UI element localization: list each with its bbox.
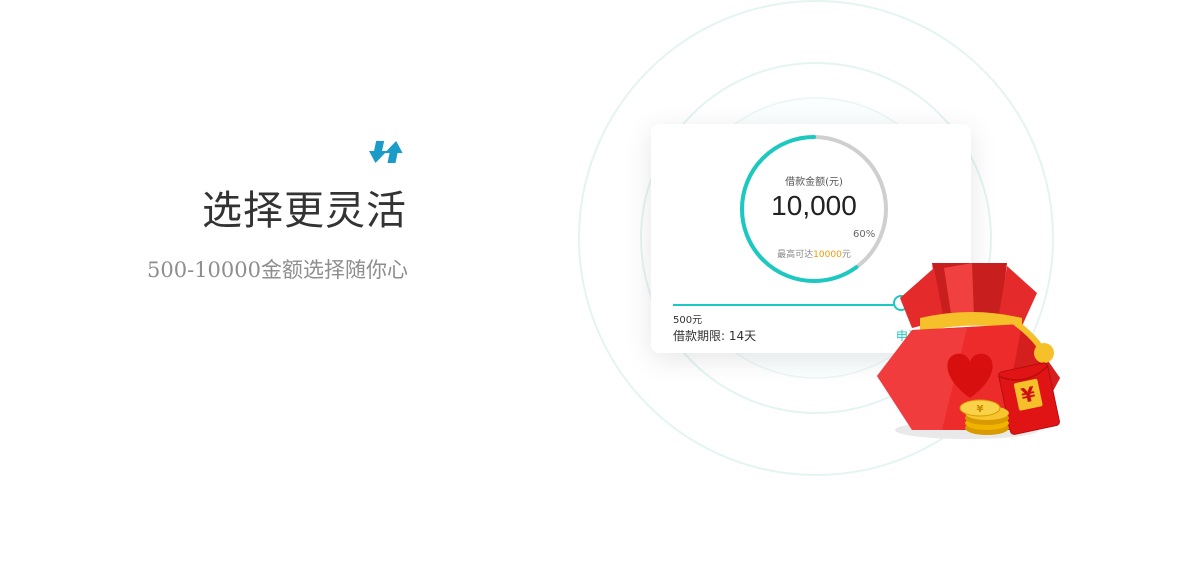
hero-title: 选择更灵活 [202,188,407,234]
sync-arrows-icon [369,141,403,163]
amount-value: 10,000 [771,190,857,221]
red-money-bag-icon: ¥ ¥ [877,263,1060,439]
max-prefix: 最高可达 [777,250,814,260]
bag-knot [1034,343,1054,363]
amount-label: 借款金额(元) [785,177,843,188]
page: 选择更灵活 500-10000金额选择随你心 借款金额(元) 10,000 60… [0,0,1200,562]
amount-percent: 60% [853,229,876,240]
hero-subtitle: 500-10000金额选择随你心 [147,258,408,282]
slider-min-label: 500元 [673,315,703,326]
max-suffix: 元 [841,250,851,260]
loan-term: 借款期限: 14天 [673,329,757,343]
max-amount-note: 最高可达10000元 [737,247,891,260]
max-value: 10000 [813,250,842,260]
slider-fill [673,304,905,306]
svg-text:¥: ¥ [977,404,984,415]
